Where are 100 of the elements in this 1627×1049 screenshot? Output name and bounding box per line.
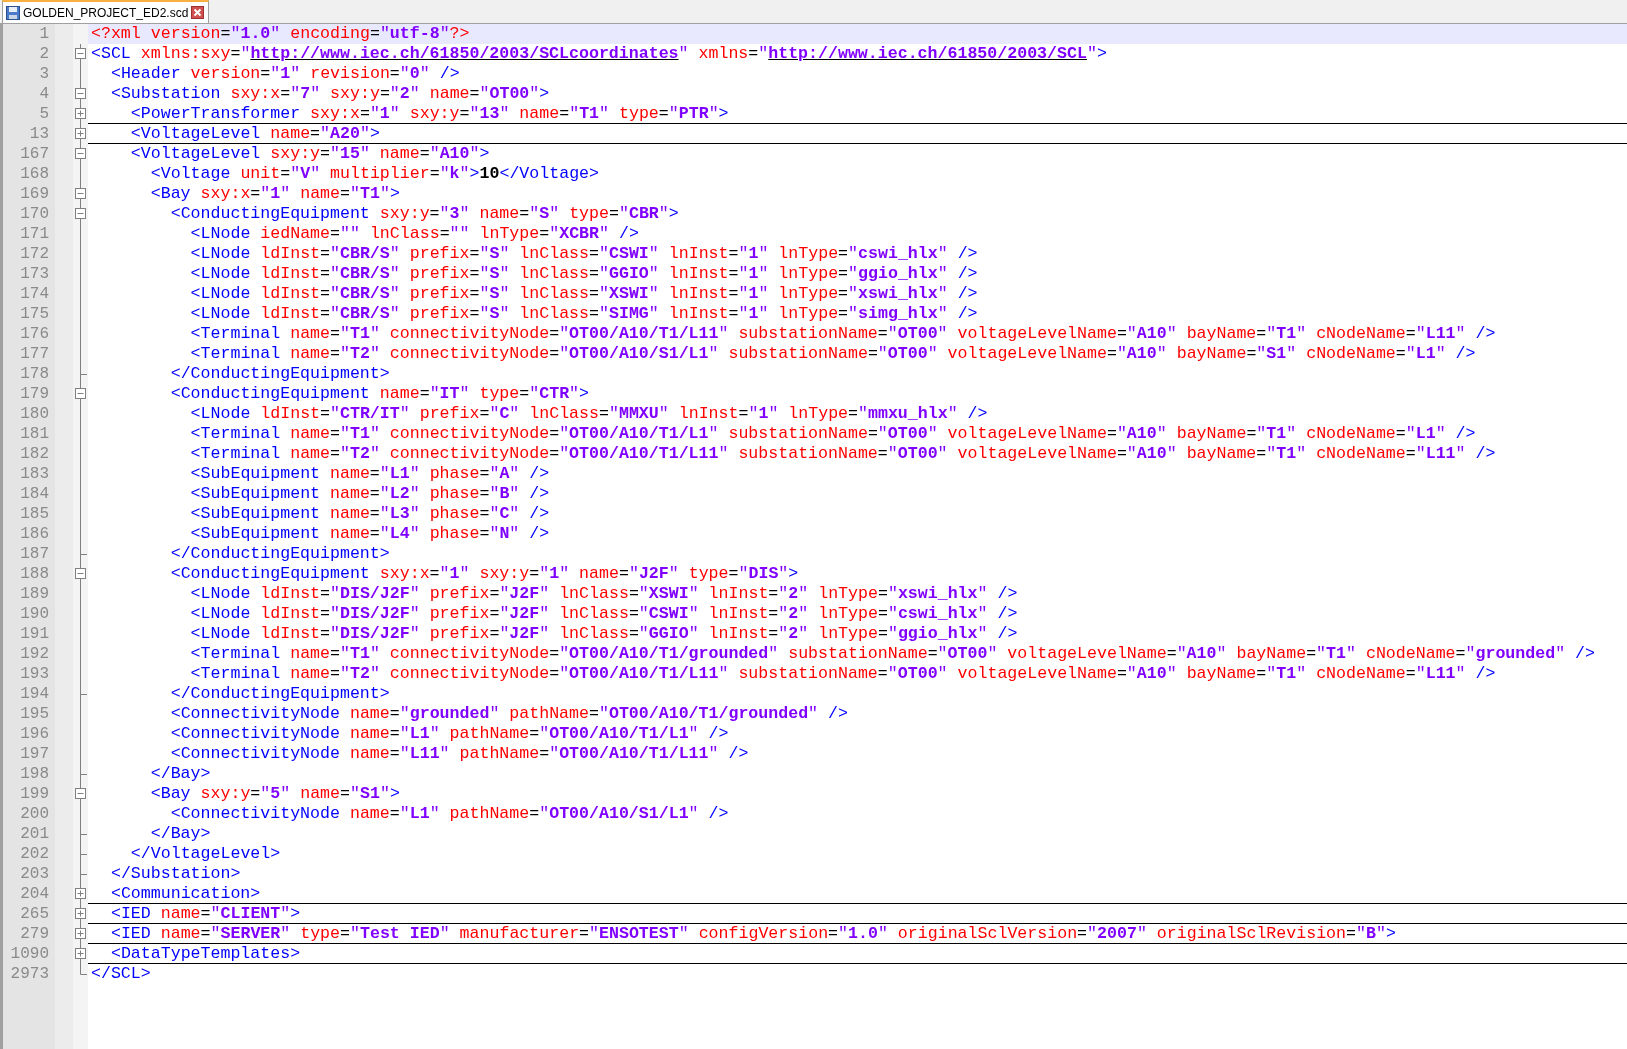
code-line: <ConnectivityNode name="L1" pathName="OT00/A10/T1/L1" /> bbox=[170, 724, 729, 744]
code-line: <ConnectivityNode name="L1" pathName="OT00/A10/S1/L1" /> bbox=[170, 804, 729, 824]
fold-collapsed-icon[interactable] bbox=[75, 108, 86, 119]
code-line: <LNode ldInst="CBR/S" prefix="S" lnClass="SIMG" lnInst="1" lnType="simg_hlx" /> bbox=[190, 304, 978, 324]
line-number: 168 bbox=[19, 165, 49, 183]
line-number: 182 bbox=[19, 445, 49, 463]
code-line: <ConnectivityNode name="L11" pathName="OT00/A10/T1/L11" /> bbox=[170, 744, 749, 764]
code-line: <SubEquipment name="L1" phase="A" /> bbox=[190, 464, 550, 484]
line-number: 195 bbox=[19, 705, 49, 723]
fold-expanded-icon[interactable] bbox=[75, 568, 86, 579]
line-number: 3 bbox=[38, 65, 49, 83]
code-line: <Terminal name="T2" connectivityNode="OT00/A10/S1/L1" substationName="OT00" voltageLevelName="A10" bayName="S1" cNodeName="L1" /> bbox=[190, 344, 1476, 364]
line-number: 176 bbox=[19, 325, 49, 343]
line-number: 171 bbox=[19, 225, 49, 243]
line-number: 185 bbox=[19, 505, 49, 523]
code-line: <Voltage unit="V" multiplier="k">10</Voltage> bbox=[150, 164, 600, 184]
fold-collapsed-icon[interactable] bbox=[75, 888, 86, 899]
fold-expanded-icon[interactable] bbox=[75, 788, 86, 799]
code-line: </ConductingEquipment> bbox=[170, 684, 390, 704]
fold-collapsed-icon[interactable] bbox=[75, 908, 86, 919]
line-number: 169 bbox=[19, 185, 49, 203]
code-line: <LNode ldInst="CBR/S" prefix="S" lnClass="CSWI" lnInst="1" lnType="cswi_hlx" /> bbox=[190, 244, 978, 264]
line-number: 202 bbox=[19, 845, 49, 863]
line-number: 279 bbox=[19, 925, 49, 943]
line-number: 1 bbox=[38, 25, 49, 43]
code-line: <SCL xmlns:sxy="http://www.iec.ch/61850/2003/SCLcoordinates" xmlns="http://www.iec.ch/61850/2003/SCL"> bbox=[91, 44, 1107, 64]
fold-collapsed-icon[interactable] bbox=[75, 128, 86, 139]
code-line: <Communication> bbox=[110, 883, 261, 904]
line-number: 174 bbox=[19, 285, 49, 303]
code-line: </SCL> bbox=[91, 964, 151, 984]
code-line: <ConductingEquipment sxy:y="3" name="S" type="CBR"> bbox=[170, 204, 679, 224]
line-number: 167 bbox=[19, 145, 49, 163]
line-number: 180 bbox=[19, 405, 49, 423]
code-line: <Terminal name="T1" connectivityNode="OT00/A10/T1/L1" substationName="OT00" voltageLevelName="A10" bayName="T1" cNodeName="L1" /> bbox=[190, 424, 1476, 444]
line-number: 1090 bbox=[9, 945, 49, 963]
line-number: 199 bbox=[19, 785, 49, 803]
code-line: <SubEquipment name="L4" phase="N" /> bbox=[190, 524, 550, 544]
code-line: </Substation> bbox=[110, 864, 241, 884]
code-line: <LNode ldInst="CBR/S" prefix="S" lnClass="XSWI" lnInst="1" lnType="xswi_hlx" /> bbox=[190, 284, 978, 304]
code-line: <ConductingEquipment sxy:x="1" sxy:y="1" name="J2F" type="DIS"> bbox=[170, 564, 799, 584]
code-line: <Terminal name="T1" connectivityNode="OT00/A10/T1/grounded" substationName="OT00" voltageLevelName="A10" bayName="T1" cNodeName="grounded" /> bbox=[190, 644, 1595, 664]
code-line: <Terminal name="T2" connectivityNode="OT00/A10/T1/L11" substationName="OT00" voltageLevelName="A10" bayName="T1" cNodeName="L11" /> bbox=[190, 444, 1496, 464]
line-number: 200 bbox=[19, 805, 49, 823]
code-line: </VoltageLevel> bbox=[130, 844, 281, 864]
line-number: 2 bbox=[38, 45, 49, 63]
fold-expanded-icon[interactable] bbox=[75, 208, 86, 219]
line-number: 194 bbox=[19, 685, 49, 703]
line-number: 184 bbox=[19, 485, 49, 503]
code-line: <LNode ldInst="DIS/J2F" prefix="J2F" lnClass="XSWI" lnInst="2" lnType="xswi_hlx" /> bbox=[190, 584, 1018, 604]
file-tab[interactable]: GOLDEN_PROJECT_ED2.scd bbox=[2, 0, 210, 23]
code-line: <ConnectivityNode name="grounded" pathName="OT00/A10/T1/grounded" /> bbox=[170, 704, 848, 724]
line-number: 187 bbox=[19, 545, 49, 563]
line-number: 265 bbox=[19, 905, 49, 923]
line-number: 188 bbox=[19, 565, 49, 583]
code-line: <LNode ldInst="DIS/J2F" prefix="J2F" lnClass="CSWI" lnInst="2" lnType="cswi_hlx" /> bbox=[190, 604, 1018, 624]
code-line: <Terminal name="T2" connectivityNode="OT00/A10/T1/L11" substationName="OT00" voltageLevelName="A10" bayName="T1" cNodeName="L11" /> bbox=[190, 664, 1496, 684]
code-line: <VoltageLevel sxy:y="15" name="A10"> bbox=[130, 144, 490, 164]
line-number: 13 bbox=[28, 125, 49, 143]
line-number: 196 bbox=[19, 725, 49, 743]
code-line: </Bay> bbox=[150, 764, 211, 784]
line-number: 193 bbox=[19, 665, 49, 683]
code-line: </Bay> bbox=[150, 824, 211, 844]
code-line: <Bay sxy:x="1" name="T1"> bbox=[150, 184, 400, 204]
line-number: 186 bbox=[19, 525, 49, 543]
line-number: 204 bbox=[19, 885, 49, 903]
code-line: <IED name="CLIENT"> bbox=[110, 903, 301, 924]
close-icon[interactable] bbox=[191, 6, 205, 19]
code-line: <DataTypeTemplates> bbox=[110, 943, 301, 964]
line-number: 178 bbox=[19, 365, 49, 383]
code-line: <Bay sxy:y="5" name="S1"> bbox=[150, 784, 400, 804]
code-line: <IED name="SERVER" type="Test IED" manufacturer="ENSOTEST" configVersion="1.0" originalSclVersion="2007" originalSclRevision="B"> bbox=[110, 923, 1396, 944]
code-line: </ConductingEquipment> bbox=[170, 364, 390, 384]
line-number: 189 bbox=[19, 585, 49, 603]
line-number: 198 bbox=[19, 765, 49, 783]
code-line: <LNode ldInst="CBR/S" prefix="S" lnClass="GGIO" lnInst="1" lnType="ggio_hlx" /> bbox=[190, 264, 978, 284]
line-number: 173 bbox=[19, 265, 49, 283]
code-line: <SubEquipment name="L2" phase="B" /> bbox=[190, 484, 550, 504]
line-number: 190 bbox=[19, 605, 49, 623]
fold-expanded-icon[interactable] bbox=[75, 48, 86, 59]
code-line: <SubEquipment name="L3" phase="C" /> bbox=[190, 504, 550, 524]
code-line: <VoltageLevel name="A20"> bbox=[130, 123, 380, 144]
line-number: 183 bbox=[19, 465, 49, 483]
code-line: <LNode iedName="" lnClass="" lnType="XCBR" /> bbox=[190, 224, 639, 244]
fold-expanded-icon[interactable] bbox=[75, 88, 86, 99]
code-line: <LNode ldInst="CTR/IT" prefix="C" lnClass="MMXU" lnInst="1" lnType="mmxu_hlx" /> bbox=[190, 404, 988, 424]
line-number: 5 bbox=[38, 105, 49, 123]
code-line: <Header version="1" revision="0" /> bbox=[110, 64, 460, 84]
code-line: <LNode ldInst="DIS/J2F" prefix="J2F" lnClass="GGIO" lnInst="2" lnType="ggio_hlx" /> bbox=[190, 624, 1018, 644]
line-number: 197 bbox=[19, 745, 49, 763]
line-number: 2973 bbox=[9, 965, 49, 983]
line-number: 172 bbox=[19, 245, 49, 263]
fold-collapsed-icon[interactable] bbox=[75, 928, 86, 939]
fold-expanded-icon[interactable] bbox=[75, 188, 86, 199]
fold-collapsed-icon[interactable] bbox=[75, 948, 86, 959]
line-number: 170 bbox=[19, 205, 49, 223]
fold-expanded-icon[interactable] bbox=[75, 148, 86, 159]
line-number: 175 bbox=[19, 305, 49, 323]
line-number: 177 bbox=[19, 345, 49, 363]
fold-expanded-icon[interactable] bbox=[75, 388, 86, 399]
line-number: 179 bbox=[19, 385, 49, 403]
